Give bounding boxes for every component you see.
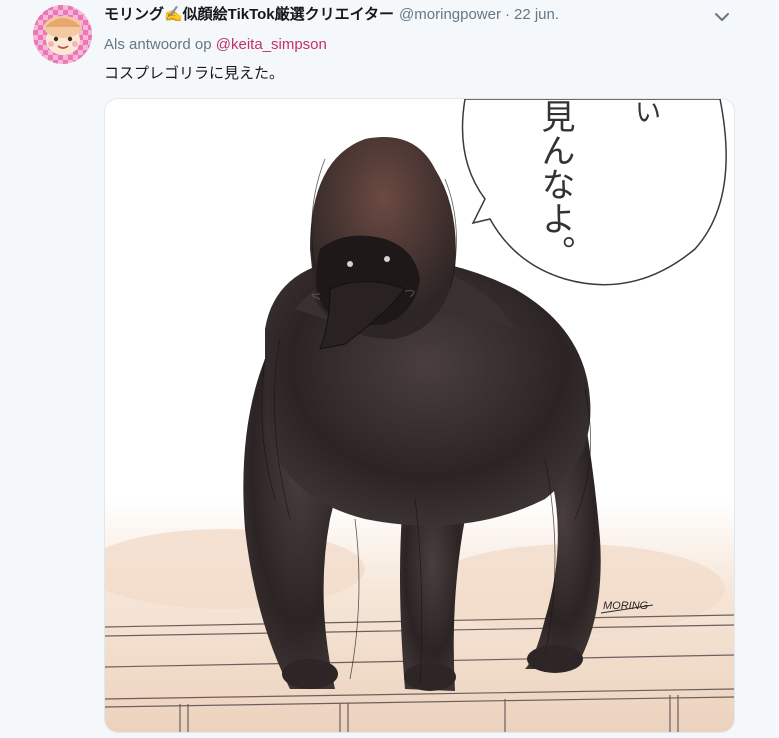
- tweet-media-image[interactable]: い 見んなよ。 MORING: [104, 98, 735, 733]
- tweet-timestamp[interactable]: 22 jun.: [514, 4, 559, 26]
- reply-context: Als antwoord op @keita_simpson: [104, 35, 327, 55]
- tweet-header: モリング✍️似顔絵TikTok厳選クリエイター @moringpower · 2…: [104, 4, 559, 26]
- artist-signature: MORING: [603, 600, 649, 612]
- author-display-name[interactable]: モリング✍️似顔絵TikTok厳選クリエイター: [104, 4, 394, 26]
- speech-bubble-char: い: [635, 99, 661, 128]
- tweet-text: コスプレゴリラに見えた。: [104, 65, 285, 82]
- tweet: モリング✍️似顔絵TikTok厳選クリエイター @moringpower · 2…: [0, 0, 779, 738]
- reply-mention-link[interactable]: @keita_simpson: [216, 36, 327, 53]
- reply-prefix: Als antwoord op: [104, 36, 212, 53]
- speech-bubble-text: 見んなよ。: [535, 99, 575, 269]
- author-handle[interactable]: @moringpower: [399, 4, 501, 26]
- separator-dot: ·: [504, 6, 510, 23]
- chevron-down-icon[interactable]: [711, 6, 733, 28]
- avatar[interactable]: [33, 5, 92, 64]
